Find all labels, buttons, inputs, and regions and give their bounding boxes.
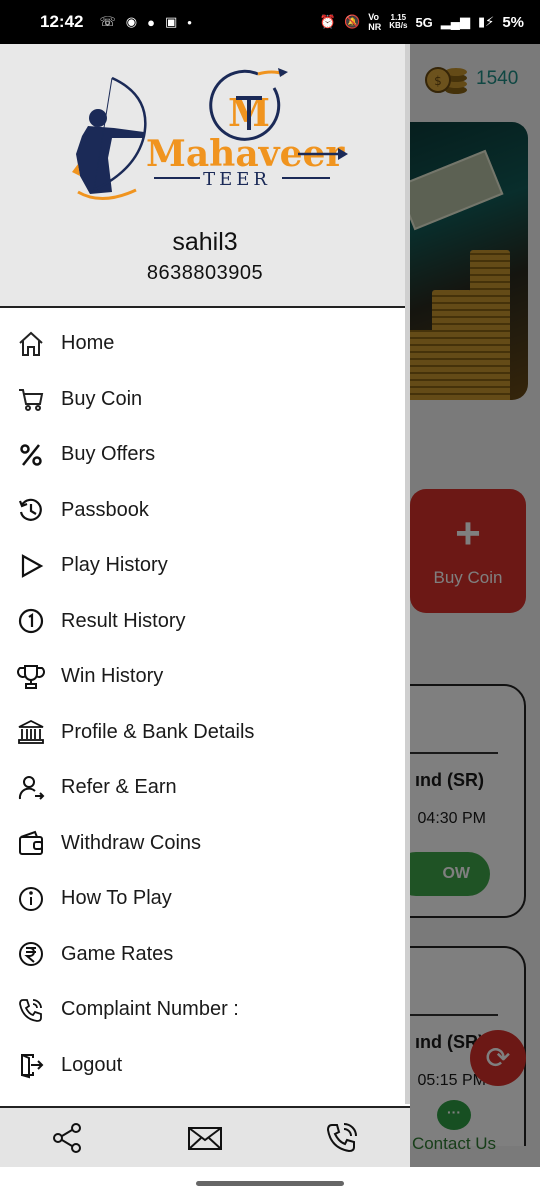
play-icon	[16, 551, 46, 581]
share-icon	[53, 1122, 82, 1153]
percent-icon	[16, 440, 46, 470]
menu-item-buy-coin[interactable]: Buy Coin	[0, 372, 410, 428]
status-time: 12:42	[40, 12, 84, 31]
menu-item-refer-earn[interactable]: Refer & Earn	[0, 760, 410, 816]
notification-icon: ▣	[164, 14, 178, 29]
mahaveer-teer-logo: M Mahaveer TEER	[72, 68, 348, 200]
share-button[interactable]	[48, 1118, 88, 1158]
phone-call-icon	[326, 1122, 357, 1152]
user-name: sahil3	[172, 228, 238, 256]
more-dot-icon: •	[187, 14, 192, 30]
cart-icon	[16, 384, 46, 414]
trophy-icon	[16, 662, 46, 692]
menu-item-play-history[interactable]: Play History	[0, 538, 410, 594]
home-gesture-handle[interactable]	[196, 1181, 344, 1186]
menu-item-result-history[interactable]: Result History	[0, 594, 410, 650]
battery-percent: 5%	[502, 13, 524, 31]
menu-item-home[interactable]: Home	[0, 316, 410, 372]
signal-icon: ▂▄▆	[440, 14, 471, 29]
menu-item-complaint-number[interactable]: Complaint Number :	[0, 982, 410, 1038]
rupee-icon	[16, 939, 46, 969]
home-icon	[16, 329, 46, 359]
mail-button[interactable]	[185, 1118, 225, 1158]
mail-icon	[187, 1126, 222, 1150]
menu-item-withdraw-coins[interactable]: Withdraw Coins	[0, 816, 410, 872]
menu-item-logout[interactable]: Logout	[0, 1038, 410, 1094]
menu-item-how-to-play[interactable]: How To Play	[0, 871, 410, 927]
menu-item-win-history[interactable]: Win History	[0, 649, 410, 705]
system-nav-bar	[0, 1167, 540, 1200]
menu-item-buy-offers[interactable]: Buy Offers	[0, 427, 410, 483]
battery-icon: ▮⚡	[478, 14, 495, 29]
phone-ring-icon	[16, 995, 46, 1025]
alarm-icon: ⏰	[319, 14, 337, 29]
drawer-share-bar	[0, 1106, 410, 1167]
refer-user-icon	[16, 773, 46, 803]
history-icon	[16, 495, 46, 525]
info-icon	[16, 884, 46, 914]
menu-item-passbook[interactable]: Passbook	[0, 483, 410, 539]
wallet-icon	[16, 828, 46, 858]
network-speed: 1.15 KB/s	[389, 13, 408, 30]
svg-text:TEER: TEER	[203, 169, 271, 190]
menu-item-profile-bank[interactable]: Profile & Bank Details	[0, 705, 410, 761]
navigation-drawer: M Mahaveer TEER sahil3 8638803905 Home B…	[0, 44, 410, 1167]
messenger-icon: ◉	[125, 14, 138, 29]
call-button[interactable]	[322, 1118, 362, 1158]
volte-icon: Vo NR	[368, 12, 382, 32]
logout-icon	[16, 1050, 46, 1080]
number-one-icon	[16, 606, 46, 636]
drawer-menu: Home Buy Coin Buy Offers Passbook Play H…	[0, 316, 410, 1093]
missed-call-icon: ☏	[99, 14, 116, 29]
menu-item-game-rates[interactable]: Game Rates	[0, 927, 410, 983]
drawer-scrollbar[interactable]	[405, 44, 410, 1104]
drawer-header: M Mahaveer TEER sahil3 8638803905	[0, 44, 410, 308]
mute-icon: 🔕	[344, 14, 361, 29]
status-bar: 12:42 ☏ ◉ ● ▣ • ⏰ 🔕 Vo NR 1.15 KB/s 5G ▂▄▆…	[0, 0, 540, 44]
snapchat-icon: ●	[147, 14, 155, 30]
bank-icon	[16, 717, 46, 747]
network-type: 5G	[415, 14, 433, 30]
user-phone: 8638803905	[146, 262, 264, 284]
